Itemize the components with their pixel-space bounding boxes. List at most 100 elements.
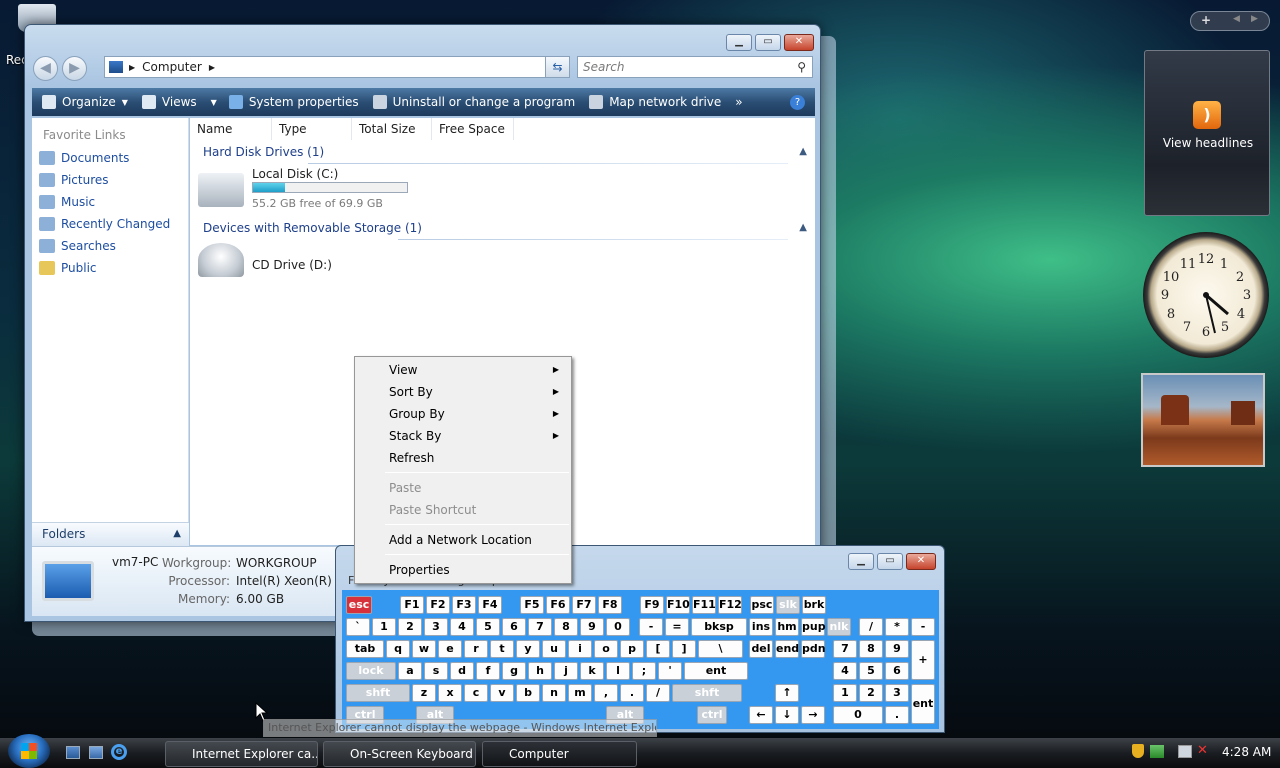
search-icon[interactable]: ⚲ xyxy=(797,57,806,77)
key-f11[interactable]: F11 xyxy=(692,596,716,614)
key-symbol[interactable]: ` xyxy=(346,618,370,636)
key-1[interactable]: 1 xyxy=(372,618,396,636)
key-5[interactable]: 5 xyxy=(859,662,883,680)
menu-item-group-by[interactable]: Group By ▶ xyxy=(357,404,569,424)
switch-windows-icon[interactable] xyxy=(89,746,103,759)
key-a[interactable]: a xyxy=(398,662,422,680)
minimize-button[interactable]: ▁ xyxy=(726,34,752,51)
key-d[interactable]: d xyxy=(450,662,474,680)
key-ins[interactable]: ins xyxy=(749,618,773,636)
key-1[interactable]: 1 xyxy=(833,684,857,702)
key-f2[interactable]: F2 xyxy=(426,596,450,614)
drive-c-name[interactable]: Local Disk (C:) xyxy=(252,167,338,181)
rss-label[interactable]: View headlines xyxy=(1145,136,1271,150)
network-icon[interactable] xyxy=(1178,745,1192,758)
key-x[interactable]: x xyxy=(438,684,462,702)
map-network-drive-button[interactable]: Map network drive xyxy=(589,95,721,109)
key-f7[interactable]: F7 xyxy=(572,596,596,614)
key-r[interactable]: r xyxy=(464,640,488,658)
key-7[interactable]: 7 xyxy=(528,618,552,636)
key-m[interactable]: m xyxy=(568,684,592,702)
key-hm[interactable]: hm xyxy=(775,618,799,636)
key-f6[interactable]: F6 xyxy=(546,596,570,614)
key-g[interactable]: g xyxy=(502,662,526,680)
uninstall-button[interactable]: Uninstall or change a program xyxy=(372,95,575,109)
key-f10[interactable]: F10 xyxy=(666,596,690,614)
collapse-icon[interactable]: ▲ xyxy=(799,222,807,233)
key-symbol[interactable]: ← xyxy=(749,706,773,724)
group-header-removable[interactable]: Devices with Removable Storage (1) xyxy=(203,221,422,235)
key-pdn[interactable]: pdn xyxy=(801,640,826,658)
key-slk[interactable]: slk xyxy=(776,596,800,614)
key-u[interactable]: u xyxy=(542,640,566,658)
key-v[interactable]: v xyxy=(490,684,514,702)
key-i[interactable]: i xyxy=(568,640,592,658)
menu-item-properties[interactable]: Properties xyxy=(357,560,569,580)
key-7[interactable]: 7 xyxy=(833,640,857,658)
menu-item-add-network-location[interactable]: Add a Network Location xyxy=(357,530,569,550)
key-3[interactable]: 3 xyxy=(424,618,448,636)
key-s[interactable]: s xyxy=(424,662,448,680)
search-input[interactable]: Search ⚲ xyxy=(577,56,813,78)
help-icon[interactable]: ? xyxy=(790,94,805,110)
windows-defender-icon[interactable] xyxy=(1150,745,1164,758)
collapse-icon[interactable]: ▲ xyxy=(799,146,807,157)
key-symbol[interactable]: / xyxy=(859,618,883,636)
key-l[interactable]: l xyxy=(606,662,630,680)
sidebar-item-pictures[interactable]: Pictures xyxy=(39,173,109,187)
drive-d-name[interactable]: CD Drive (D:) xyxy=(252,258,332,272)
key-8[interactable]: 8 xyxy=(554,618,578,636)
clock-time[interactable]: 4:28 AM xyxy=(1222,745,1271,759)
key-f5[interactable]: F5 xyxy=(520,596,544,614)
column-free-space[interactable]: Free Space xyxy=(432,118,514,140)
key-symbol[interactable]: → xyxy=(801,706,825,724)
key-f12[interactable]: F12 xyxy=(718,596,742,614)
key-symbol[interactable]: + xyxy=(911,640,935,680)
column-name[interactable]: Name xyxy=(190,118,272,140)
views-button[interactable]: Views ▼ xyxy=(141,95,217,109)
key-symbol[interactable]: - xyxy=(639,618,663,636)
clock-gadget[interactable]: 12 1 2 3 4 5 6 7 8 9 10 11 xyxy=(1143,232,1269,358)
key-f4[interactable]: F4 xyxy=(478,596,502,614)
key-f3[interactable]: F3 xyxy=(452,596,476,614)
key-c[interactable]: c xyxy=(464,684,488,702)
osk-close-button[interactable]: ✕ xyxy=(906,553,936,570)
key-f9[interactable]: F9 xyxy=(640,596,664,614)
key-symbol[interactable]: . xyxy=(620,684,644,702)
group-header-hard-disk[interactable]: Hard Disk Drives (1) xyxy=(203,145,324,159)
key-symbol[interactable]: , xyxy=(594,684,618,702)
column-type[interactable]: Type xyxy=(272,118,352,140)
key-o[interactable]: o xyxy=(594,640,618,658)
sidebar-item-searches[interactable]: Searches xyxy=(39,239,116,253)
key-2[interactable]: 2 xyxy=(398,618,422,636)
key-f1[interactable]: F1 xyxy=(400,596,424,614)
sidebar-item-music[interactable]: Music xyxy=(39,195,95,209)
sidebar-item-recently-changed[interactable]: Recently Changed xyxy=(39,217,170,231)
key-f8[interactable]: F8 xyxy=(598,596,622,614)
key-j[interactable]: j xyxy=(554,662,578,680)
key-bksp[interactable]: bksp xyxy=(691,618,747,636)
show-desktop-icon[interactable] xyxy=(66,746,80,759)
key-5[interactable]: 5 xyxy=(476,618,500,636)
key-9[interactable]: 9 xyxy=(580,618,604,636)
taskbar-item-computer[interactable]: Computer xyxy=(482,741,637,767)
key-ctrl[interactable]: ctrl xyxy=(697,706,727,724)
sidebar-controls[interactable]: + ◀ ▶ xyxy=(1190,11,1270,31)
more-commands-button[interactable]: » xyxy=(735,95,742,109)
key-p[interactable]: p xyxy=(620,640,644,658)
key-symbol[interactable]: \ xyxy=(698,640,743,658)
key-shft[interactable]: shft xyxy=(672,684,742,702)
osk-maximize-button[interactable]: ▭ xyxy=(877,553,903,570)
key-4[interactable]: 4 xyxy=(450,618,474,636)
back-button[interactable]: ◀ xyxy=(33,56,58,81)
key-psc[interactable]: psc xyxy=(750,596,774,614)
menu-item-refresh[interactable]: Refresh xyxy=(357,448,569,468)
taskbar-item-osk[interactable]: On-Screen Keyboard xyxy=(323,741,476,767)
organize-button[interactable]: Organize ▼ xyxy=(42,95,128,109)
key-8[interactable]: 8 xyxy=(859,640,883,658)
key-z[interactable]: z xyxy=(412,684,436,702)
key-w[interactable]: w xyxy=(412,640,436,658)
key-symbol[interactable]: ; xyxy=(632,662,656,680)
key-2[interactable]: 2 xyxy=(859,684,883,702)
breadcrumb-arrow-icon[interactable]: ▶ xyxy=(129,63,135,72)
